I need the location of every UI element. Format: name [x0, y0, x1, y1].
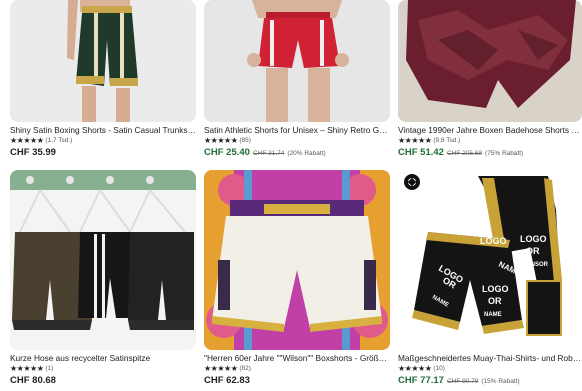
price-row: CHF 62.83 [204, 375, 390, 386]
review-count: (10) [433, 365, 445, 372]
product-card[interactable]: LOGO OR SPONSOR LOGO NAME LOGO OR NAME L… [398, 170, 582, 386]
image-text-name: NAME [484, 312, 502, 318]
original-price: CHF 90.79 [446, 378, 479, 385]
price-row: CHF 25.40 CHF 31.74 (20% Rabatt) [204, 147, 390, 158]
rating-stars: ★★★★★ [10, 136, 44, 145]
product-card[interactable]: Vintage 1990er Jahre Boxen Badehose Shor… [398, 0, 582, 158]
product-rating: ★★★★★ (1) [10, 364, 196, 373]
product-rating: ★★★★★ (1,7 Tsd.) [10, 136, 196, 145]
original-price: CHF 31.74 [252, 150, 285, 157]
product-price: CHF 35.99 [10, 147, 56, 158]
product-rating: ★★★★★ (9,8 Tsd.) [398, 136, 582, 145]
image-text-logo: LOGO [482, 284, 509, 294]
review-count: (1) [45, 365, 54, 372]
rating-stars: ★★★★★ [398, 136, 432, 145]
discount-label: (75% Rabatt) [484, 150, 524, 157]
review-count: (82) [239, 365, 251, 372]
rating-stars: ★★★★★ [398, 364, 432, 373]
price-row: CHF 35.99 [10, 147, 196, 158]
product-image[interactable] [204, 170, 390, 350]
product-title[interactable]: Satin Athletic Shorts for Unisex – Shiny… [204, 125, 390, 135]
discount-label: (15% Rabatt) [481, 378, 520, 385]
product-title[interactable]: Kurze Hose aus recycelter Satinspitze [10, 353, 196, 363]
product-title[interactable]: Shiny Satin Boxing Shorts - Satin Casual… [10, 125, 196, 135]
image-text-sponsor: SPONSOR [518, 262, 549, 268]
product-title[interactable]: "Herren 60er Jahre ""Wilson"" Boxshorts … [204, 353, 390, 363]
rating-stars: ★★★★★ [204, 364, 238, 373]
review-count: (85) [239, 137, 251, 144]
product-price: CHF 80.68 [10, 375, 56, 386]
product-card[interactable]: Satin Athletic Shorts for Unisex – Shiny… [204, 0, 390, 158]
product-image[interactable] [10, 0, 196, 122]
rating-stars: ★★★★★ [10, 364, 44, 373]
product-image[interactable] [204, 0, 390, 122]
image-text-logo: LOGO [520, 234, 547, 244]
product-rating: ★★★★★ (82) [204, 364, 390, 373]
discount-label: (20% Rabatt) [287, 150, 326, 157]
product-card[interactable]: "Herren 60er Jahre ""Wilson"" Boxshorts … [204, 170, 390, 386]
product-rating: ★★★★★ (85) [204, 136, 390, 145]
image-text-or: OR [488, 296, 502, 306]
price-row: CHF 77.17 CHF 90.79 (15% Rabatt) [398, 375, 582, 386]
product-image[interactable]: LOGO OR SPONSOR LOGO NAME LOGO OR NAME L… [398, 170, 582, 350]
original-price: CHF 205.68 [446, 150, 482, 157]
product-image[interactable] [10, 170, 196, 350]
product-price: CHF 51.42 [398, 147, 444, 158]
image-text-or: OR [526, 246, 540, 256]
product-image[interactable] [398, 0, 582, 122]
price-row: CHF 51.42 CHF 205.68 (75% Rabatt) [398, 147, 582, 158]
product-card[interactable]: Kurze Hose aus recycelter Satinspitze ★★… [10, 170, 196, 386]
product-rating: ★★★★★ (10) [398, 364, 582, 373]
rating-stars: ★★★★★ [204, 136, 238, 145]
product-title[interactable]: Vintage 1990er Jahre Boxen Badehose Shor… [398, 125, 582, 135]
review-count: (9,8 Tsd.) [433, 137, 461, 144]
product-title[interactable]: Maßgeschneidertes Muay-Thai-Shirts- und … [398, 353, 582, 363]
product-price: CHF 62.83 [204, 375, 250, 386]
product-price: CHF 25.40 [204, 147, 250, 158]
review-count: (1,7 Tsd.) [45, 137, 73, 144]
image-text-logo: LOGO [480, 236, 507, 246]
product-card[interactable]: Shiny Satin Boxing Shorts - Satin Casual… [10, 0, 196, 158]
product-price: CHF 77.17 [398, 375, 444, 386]
price-row: CHF 80.68 [10, 375, 196, 386]
